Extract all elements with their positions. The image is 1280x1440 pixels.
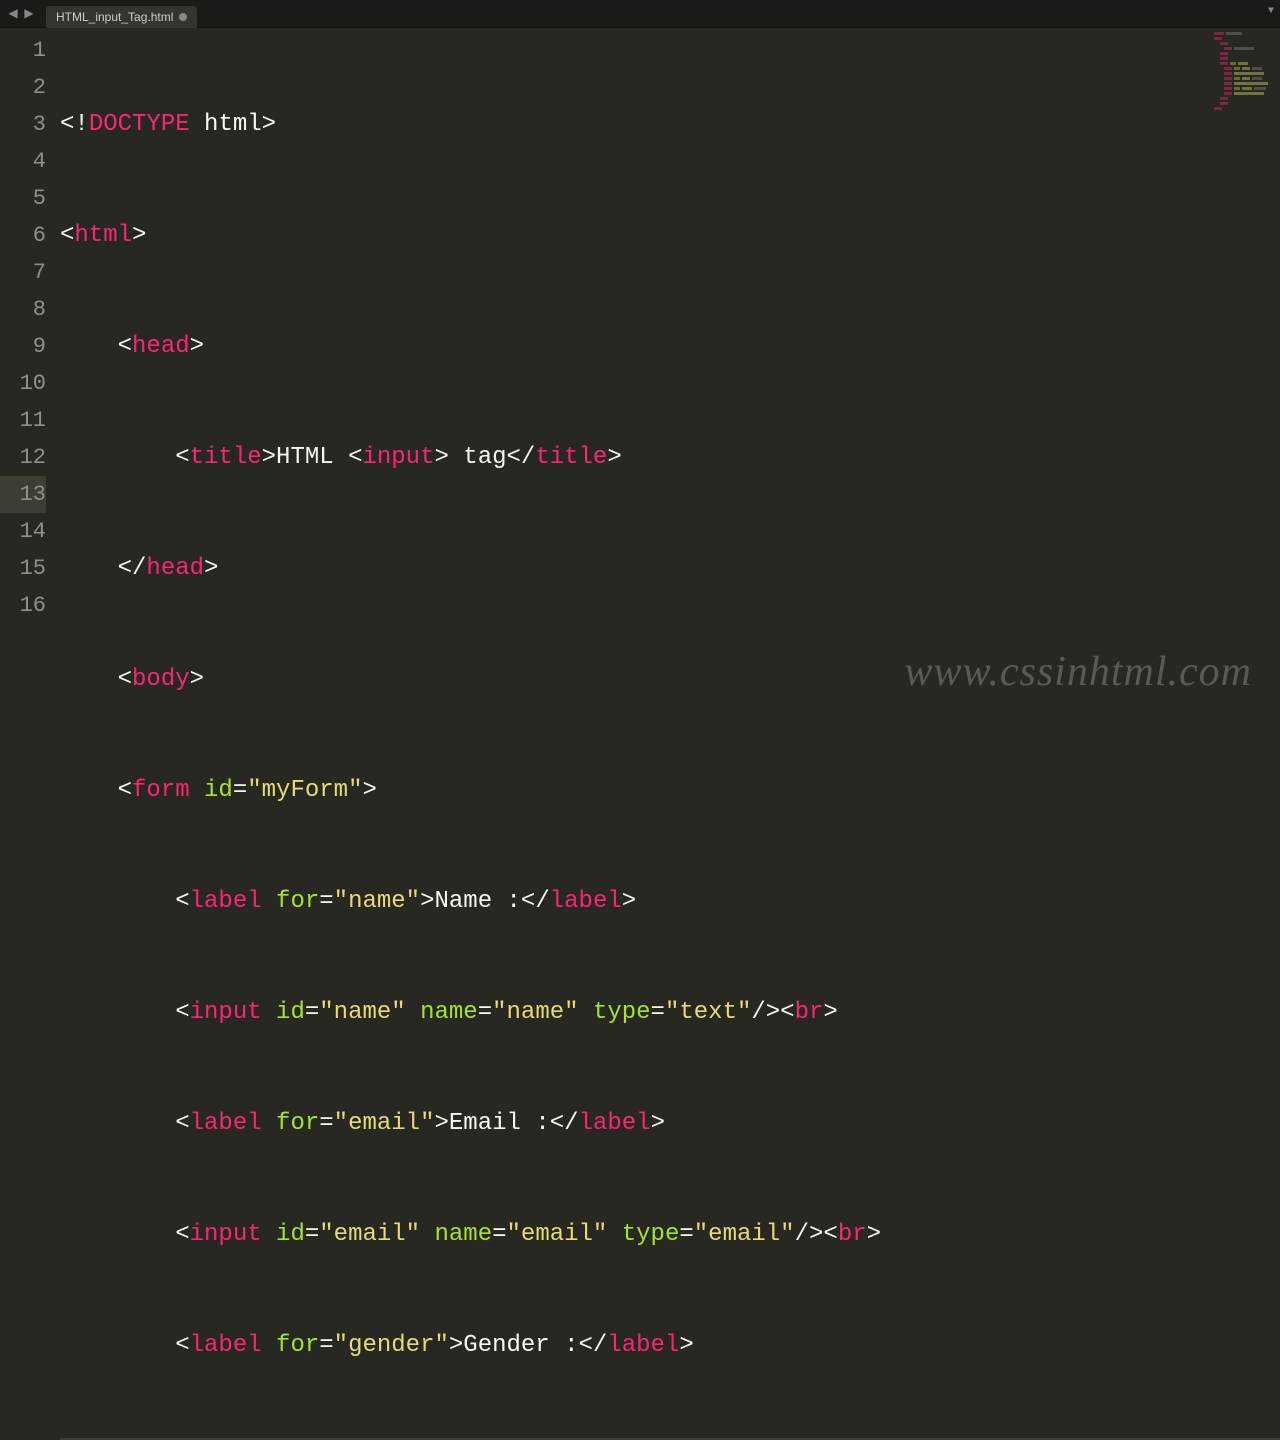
line-number: 13 <box>0 476 46 513</box>
line-number: 8 <box>0 291 46 328</box>
line-number: 12 <box>0 439 46 476</box>
line-number: 14 <box>0 513 46 550</box>
code-line: <form id="myForm"> <box>60 772 1280 809</box>
code-line: <head> <box>60 328 1280 365</box>
line-number: 3 <box>0 106 46 143</box>
nav-back-icon[interactable]: ◀ <box>6 7 20 21</box>
tab-dropdown-icon[interactable]: ▼ <box>1268 6 1274 17</box>
watermark: www.cssinhtml.com <box>904 648 1252 696</box>
tab-filename: HTML_input_Tag.html <box>56 10 173 24</box>
line-number: 1 <box>0 32 46 69</box>
nav-arrows: ◀ ▶ <box>0 7 42 21</box>
line-number: 2 <box>0 69 46 106</box>
line-number: 9 <box>0 328 46 365</box>
code-line: <!DOCTYPE html> <box>60 106 1280 143</box>
line-number: 15 <box>0 550 46 587</box>
line-number-gutter: 1 2 3 4 5 6 7 8 9 10 11 12 13 14 15 16 <box>0 28 60 720</box>
line-number: 6 <box>0 217 46 254</box>
tab-bar: ◀ ▶ HTML_input_Tag.html ▼ <box>0 0 1280 28</box>
file-tab[interactable]: HTML_input_Tag.html <box>46 6 197 28</box>
code-line-active: <input type="radio" name="gender" value=… <box>60 1438 1280 1440</box>
editor: 1 2 3 4 5 6 7 8 9 10 11 12 13 14 15 16 <… <box>0 28 1280 720</box>
code-line: <label for="name">Name :</label> <box>60 883 1280 920</box>
line-number: 10 <box>0 365 46 402</box>
code-line: <title>HTML <input> tag</title> <box>60 439 1280 476</box>
line-number: 11 <box>0 402 46 439</box>
code-line: <input id="name" name="name" type="text"… <box>60 994 1280 1031</box>
line-number: 4 <box>0 143 46 180</box>
line-number: 7 <box>0 254 46 291</box>
code-line: <label for="email">Email :</label> <box>60 1105 1280 1142</box>
code-area[interactable]: <!DOCTYPE html> <html> <head> <title>HTM… <box>60 28 1280 720</box>
code-line: </head> <box>60 550 1280 587</box>
code-line: <label for="gender">Gender :</label> <box>60 1327 1280 1364</box>
code-line: <input id="email" name="email" type="ema… <box>60 1216 1280 1253</box>
minimap[interactable] <box>1214 32 1274 122</box>
line-number: 5 <box>0 180 46 217</box>
line-number: 16 <box>0 587 46 624</box>
code-line: <html> <box>60 217 1280 254</box>
nav-forward-icon[interactable]: ▶ <box>22 7 36 21</box>
modified-indicator-icon <box>179 13 187 21</box>
